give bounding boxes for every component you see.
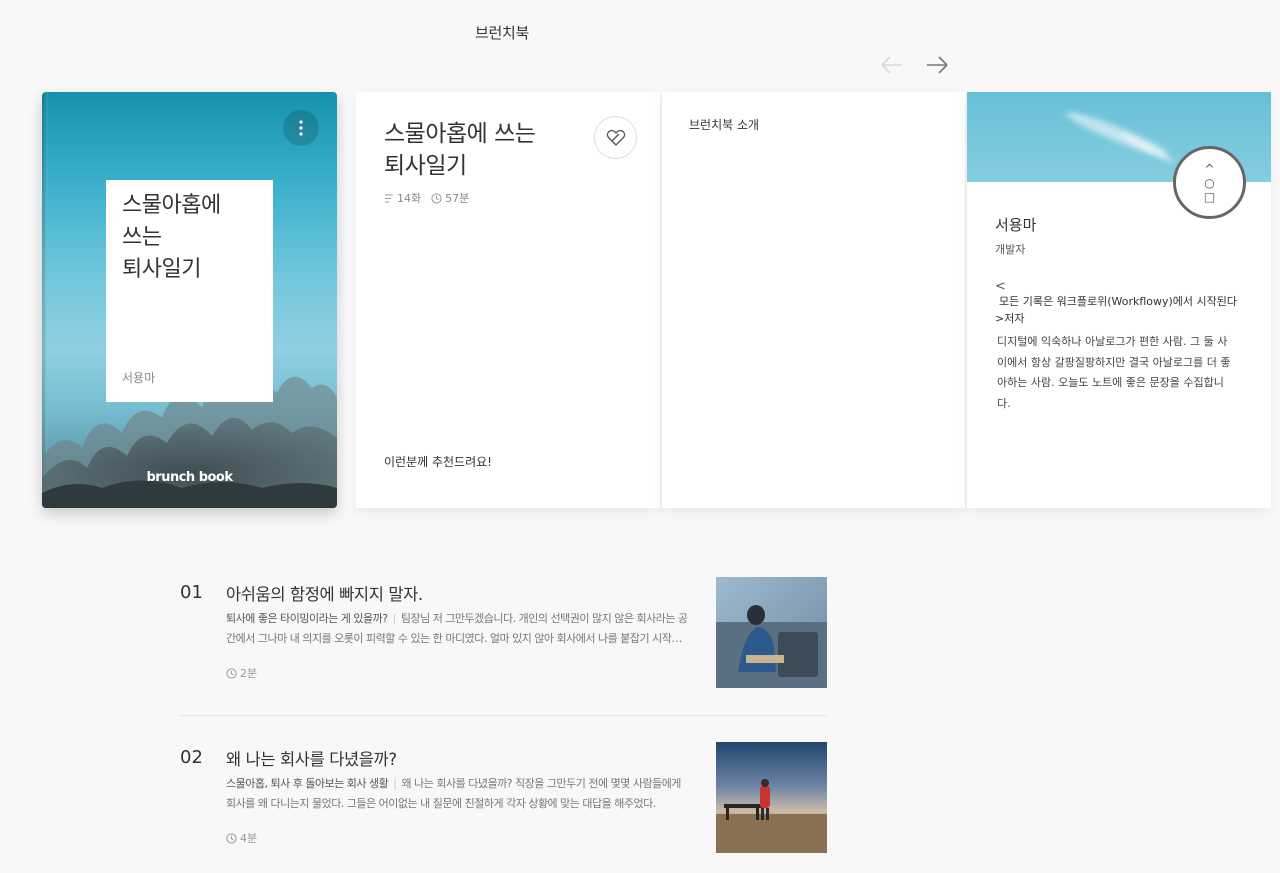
article-number: 01 bbox=[180, 582, 203, 603]
episode-count-text: 14화 bbox=[397, 192, 422, 205]
prev-arrow-icon[interactable] bbox=[879, 54, 905, 76]
article-excerpt: 퇴사에 좋은 타이밍이라는 게 있을까? | 팀장님 저 그만두겠습니다. 개인의 … bbox=[226, 609, 688, 649]
more-options-button[interactable] bbox=[283, 110, 319, 146]
floating-nav-button[interactable]: ^ ○ □ bbox=[1173, 146, 1246, 219]
square-icon: □ bbox=[1203, 189, 1216, 204]
section-title: 브런치북 bbox=[475, 24, 530, 42]
article-excerpt: 스물아홉, 퇴사 후 돌아보는 회사 생활 | 왜 나는 회사를 다녔을까? 직장을… bbox=[226, 774, 688, 814]
intro-heading: 브런치북 소개 bbox=[689, 118, 760, 132]
reading-time: 57분 bbox=[431, 190, 469, 206]
author-name[interactable]: 서용마 bbox=[995, 214, 1036, 235]
clock-icon bbox=[431, 192, 442, 204]
book-title: 스물아홉에 쓰는 퇴사일기 bbox=[384, 121, 536, 179]
article-reading-time: 2분 bbox=[226, 665, 257, 681]
episode-count: 14화 bbox=[384, 190, 421, 206]
article-reading-time: 4분 bbox=[226, 830, 257, 846]
article-thumbnail[interactable] bbox=[716, 742, 827, 853]
chevron-right-icon: > bbox=[995, 312, 1005, 325]
author-link-suffix[interactable]: >저자 bbox=[995, 310, 1024, 326]
more-vertical-icon bbox=[299, 120, 303, 136]
brunch-book-logo: brunch book bbox=[146, 470, 233, 485]
cover-author: 서용마 bbox=[122, 371, 156, 385]
article-thumbnail[interactable] bbox=[716, 577, 827, 688]
book-info-page: 스물아홉에 쓰는 퇴사일기 14화 57분 이런분께 추천드려요! bbox=[356, 92, 660, 508]
chevron-left-icon[interactable]: < bbox=[995, 279, 1006, 294]
heart-broken-icon bbox=[606, 129, 625, 146]
article-time-text: 4분 bbox=[240, 832, 258, 845]
article-subtitle: 스물아홉, 퇴사 후 돌아보는 회사 생활 bbox=[226, 777, 389, 790]
cover-title: 스물아홉에 쓰는 퇴사일기 bbox=[122, 193, 221, 282]
article-divider bbox=[180, 715, 827, 716]
like-button[interactable] bbox=[594, 116, 637, 159]
circle-icon: ○ bbox=[1204, 175, 1215, 190]
chevron-up-icon: ^ bbox=[1204, 161, 1215, 176]
article-subtitle: 퇴사에 좋은 타이밍이라는 게 있을까? bbox=[226, 612, 388, 625]
book-meta: 14화 57분 bbox=[384, 190, 479, 206]
list-icon bbox=[385, 194, 393, 202]
article-title[interactable]: 왜 나는 회사를 다녔을까? bbox=[226, 746, 397, 770]
article-number: 02 bbox=[180, 747, 203, 768]
book-cover[interactable]: 스물아홉에 쓰는 퇴사일기 서용마 brunch book bbox=[42, 92, 337, 508]
separator: | bbox=[392, 612, 397, 625]
author-role: 개발자 bbox=[995, 243, 1026, 256]
article-title[interactable]: 아쉬움의 함정에 빠지지 말자. bbox=[226, 581, 423, 605]
brunchbook-carousel: 스물아홉에 쓰는 퇴사일기 서용마 brunch book 스물아홉에 쓰는 퇴… bbox=[0, 92, 1280, 508]
author-description: 디지털에 익숙하나 아날로그가 편한 사람. 그 둘 사이에서 항상 갈팡질팡하… bbox=[997, 335, 1231, 410]
author-book-link[interactable]: 모든 기록은 워크플로위(Workflowy)에서 시작된다 bbox=[999, 293, 1237, 309]
book-intro-page: 브런치북 소개 bbox=[662, 92, 965, 508]
reading-time-text: 57분 bbox=[445, 192, 470, 205]
clock-icon bbox=[226, 832, 237, 844]
separator: | bbox=[393, 777, 397, 790]
cover-label: 스물아홉에 쓰는 퇴사일기 서용마 bbox=[106, 180, 273, 402]
clock-icon bbox=[226, 667, 237, 679]
author-link-suffix-text: 저자 bbox=[1004, 312, 1025, 325]
next-arrow-icon[interactable] bbox=[924, 54, 950, 76]
article-time-text: 2분 bbox=[240, 667, 258, 680]
recommend-heading: 이런분께 추천드려요! bbox=[384, 455, 492, 469]
